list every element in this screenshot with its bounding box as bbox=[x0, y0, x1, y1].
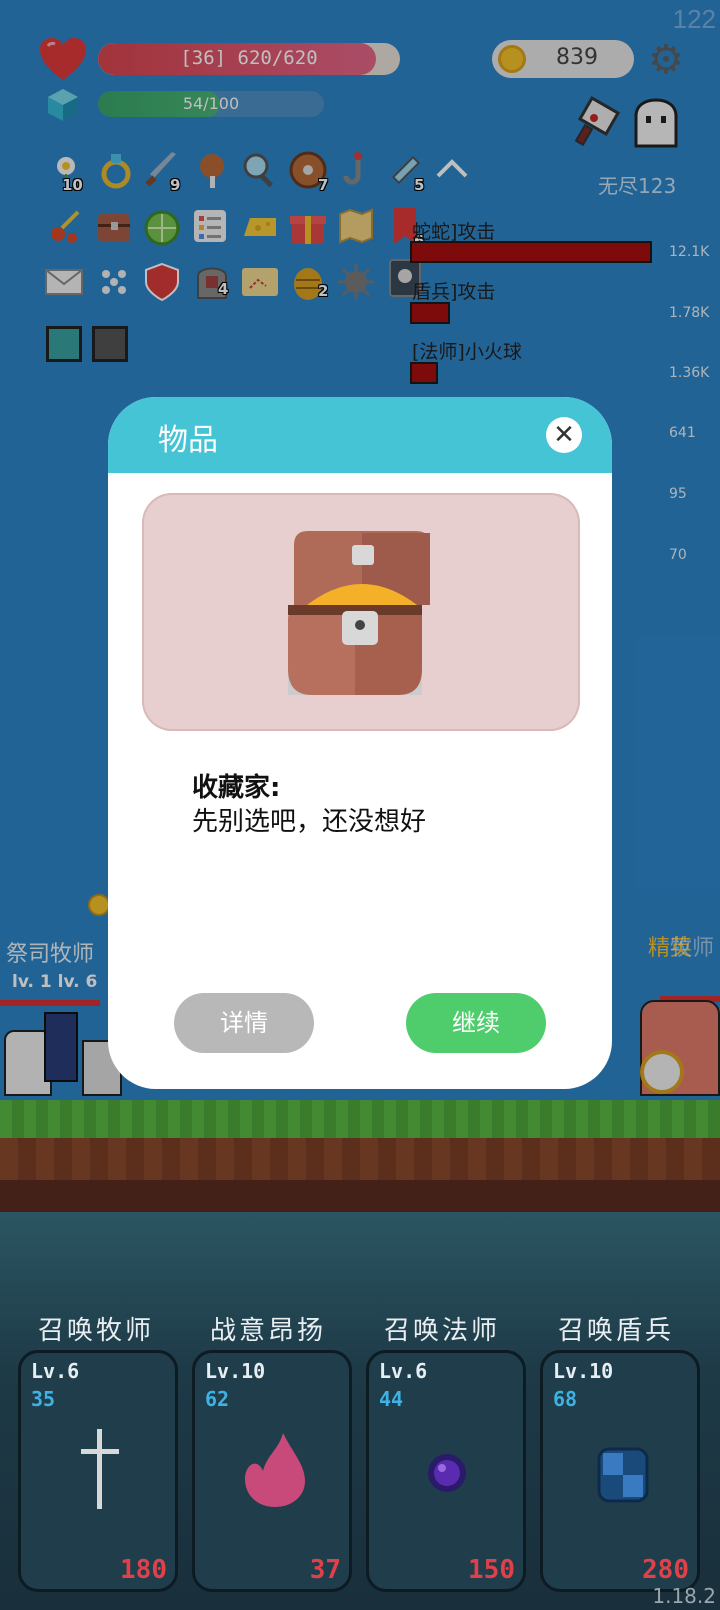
skill-cost: 150 bbox=[468, 1555, 515, 1585]
detail-button[interactable]: 详情 bbox=[174, 993, 314, 1053]
orb-icon bbox=[428, 1454, 466, 1492]
skill-title: 召唤牧师 bbox=[37, 1316, 154, 1346]
skill-mana: 35 bbox=[31, 1387, 56, 1411]
skill-cost: 280 bbox=[642, 1555, 689, 1585]
continue-button[interactable]: 继续 bbox=[406, 993, 546, 1053]
skill-card-summon-priest[interactable]: Lv.6 35 180 bbox=[18, 1350, 178, 1592]
skill-title: 召唤盾兵 bbox=[557, 1316, 674, 1346]
skill-card-summon-shield[interactable]: Lv.10 68 280 bbox=[540, 1350, 700, 1592]
skill-level: Lv.6 bbox=[379, 1359, 428, 1383]
cross-icon bbox=[81, 1429, 119, 1509]
skill-cost: 37 bbox=[309, 1555, 341, 1585]
skill-card-summon-mage[interactable]: Lv.6 44 150 bbox=[366, 1350, 526, 1592]
item-modal: 物品 ✕ 收藏家: 先别选吧，还没想好 详情 继续 bbox=[108, 397, 612, 1089]
skill-title: 召唤法师 bbox=[383, 1316, 500, 1346]
item-preview bbox=[142, 493, 580, 731]
flame-icon bbox=[245, 1433, 305, 1507]
modal-title: 物品 bbox=[158, 423, 218, 458]
modal-header: 物品 ✕ bbox=[108, 397, 612, 473]
version-label: 1.18.2 bbox=[652, 1584, 716, 1608]
shield-icon bbox=[597, 1447, 649, 1503]
close-icon[interactable]: ✕ bbox=[546, 417, 582, 453]
skill-level: Lv.10 bbox=[205, 1359, 266, 1383]
item-name: 收藏家: bbox=[192, 773, 281, 803]
skill-card-battle-spirit[interactable]: Lv.10 62 37 bbox=[192, 1350, 352, 1592]
skill-mana: 44 bbox=[379, 1387, 404, 1411]
skill-mana: 62 bbox=[205, 1387, 230, 1411]
item-description: 先别选吧，还没想好 bbox=[192, 807, 427, 837]
skill-cost: 180 bbox=[120, 1555, 167, 1585]
treasure-chest-icon bbox=[288, 531, 430, 695]
skill-mana: 68 bbox=[553, 1387, 578, 1411]
skill-level: Lv.10 bbox=[553, 1359, 614, 1383]
skill-level: Lv.6 bbox=[31, 1359, 80, 1383]
skill-title: 战意昂扬 bbox=[209, 1316, 326, 1346]
